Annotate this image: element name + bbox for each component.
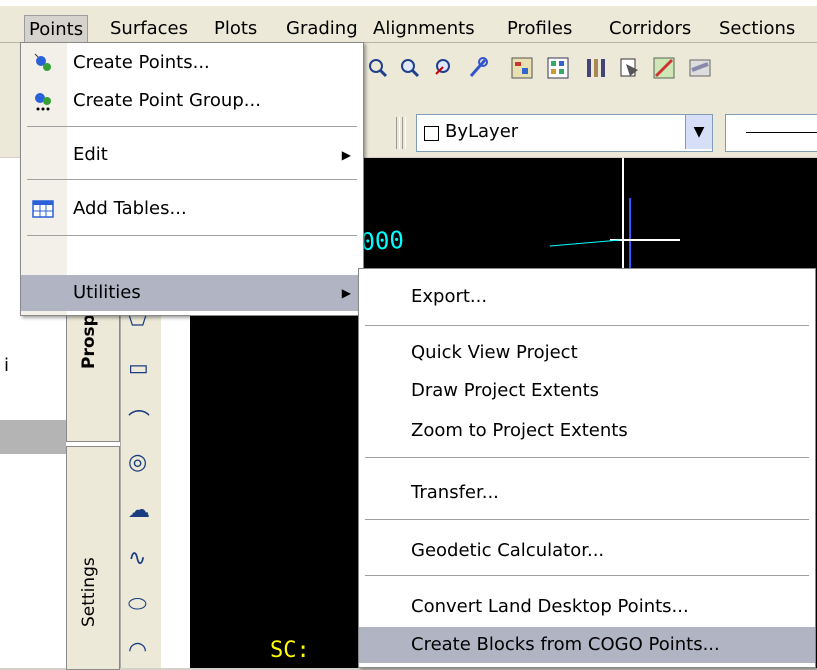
- menu-points[interactable]: Points: [24, 15, 89, 43]
- edit-label: Edit: [73, 144, 108, 165]
- menu-profiles[interactable]: Profiles: [503, 15, 576, 42]
- create-points-item[interactable]: Create Points...: [21, 45, 363, 81]
- pan-icon[interactable]: [466, 56, 490, 80]
- zoom-extents-label: Zoom to Project Extents: [411, 420, 628, 441]
- sheet-set-icon[interactable]: [618, 56, 642, 80]
- draw-extents-label: Draw Project Extents: [411, 380, 600, 401]
- toolbar-grip[interactable]: [402, 117, 406, 149]
- zoom-previous-icon[interactable]: [432, 56, 456, 80]
- menu-separator: [365, 575, 809, 576]
- draw-project-extents-item[interactable]: Draw Project Extents: [359, 373, 815, 409]
- points-dropdown: Create Points... Create Point Group... E…: [20, 42, 364, 316]
- menu-separator: [365, 457, 809, 458]
- tool-palettes-icon[interactable]: [584, 56, 608, 80]
- add-tables-item[interactable]: Add Tables...: [21, 191, 363, 227]
- tab-settings[interactable]: Settings: [66, 446, 120, 670]
- title-strip: [0, 0, 817, 6]
- zoom-window-icon[interactable]: [398, 56, 422, 80]
- menu-alignments[interactable]: Alignments: [369, 15, 479, 42]
- color-swatch: [424, 126, 439, 141]
- selected-row: [0, 420, 66, 454]
- quick-view-project-item[interactable]: Quick View Project: [359, 335, 815, 371]
- layer-color-combo[interactable]: ByLayer ▼: [416, 114, 713, 152]
- tab-prospector[interactable]: Prosp: [66, 300, 120, 442]
- export-item[interactable]: Export...: [359, 279, 815, 315]
- zoom-realtime-icon[interactable]: [366, 56, 390, 80]
- add-tables-label: Add Tables...: [73, 198, 187, 219]
- create-points-icon: [34, 53, 51, 71]
- spline-icon[interactable]: ∿: [128, 546, 146, 571]
- edit-item[interactable]: Edit ▶: [21, 137, 363, 173]
- calculator-icon[interactable]: [688, 56, 712, 80]
- geodetic-calculator-item[interactable]: Geodetic Calculator...: [359, 533, 815, 569]
- draw-toolbar: ⬠ ▭ ⌒ ◎ ☁ ∿ ⬭ ◠: [120, 300, 161, 668]
- table-icon: [32, 200, 54, 218]
- utilities-submenu: Export... Quick View Project Draw Projec…: [358, 268, 816, 668]
- submenu-arrow-icon: ▶: [341, 148, 351, 162]
- layer-combo-value: ByLayer: [445, 121, 519, 142]
- panel-text-fragment: i: [4, 355, 10, 376]
- ellipse-arc-icon[interactable]: ◠: [128, 638, 147, 663]
- submenu-arrow-icon: ▶: [341, 286, 351, 300]
- markup-icon[interactable]: [652, 56, 676, 80]
- tab-prospector-label: Prosp: [79, 314, 99, 369]
- linetype-combo[interactable]: [725, 114, 817, 152]
- menu-sections[interactable]: Sections: [715, 15, 799, 42]
- design-center-icon[interactable]: [546, 56, 570, 80]
- transfer-label: Transfer...: [411, 482, 499, 503]
- zoom-project-extents-item[interactable]: Zoom to Project Extents: [359, 413, 815, 449]
- convert-ld-label: Convert Land Desktop Points...: [411, 596, 689, 617]
- tab-settings-label: Settings: [79, 557, 99, 627]
- menu-separator: [27, 235, 357, 236]
- sc-label: SC:: [270, 638, 310, 663]
- ellipse-icon[interactable]: ⬭: [128, 592, 147, 617]
- quick-view-label: Quick View Project: [411, 342, 578, 363]
- create-point-group-item[interactable]: Create Point Group...: [21, 83, 363, 119]
- properties-icon[interactable]: [510, 56, 534, 80]
- linetype-preview: [746, 132, 817, 133]
- menu-separator: [27, 126, 357, 127]
- create-blocks-label: Create Blocks from COGO Points...: [411, 634, 720, 655]
- menu-separator: [365, 325, 809, 326]
- chevron-down-icon[interactable]: ▼: [685, 115, 712, 149]
- create-blocks-item[interactable]: Create Blocks from COGO Points...: [359, 627, 815, 663]
- utilities-item[interactable]: Utilities ▶: [21, 275, 363, 311]
- arc-icon[interactable]: ⌒: [128, 404, 150, 436]
- menu-surfaces[interactable]: Surfaces: [106, 15, 192, 42]
- transfer-item[interactable]: Transfer...: [359, 475, 815, 511]
- export-label: Export...: [411, 286, 488, 307]
- toolbar-grip[interactable]: [396, 117, 400, 149]
- revcloud-icon[interactable]: ☁: [128, 498, 150, 523]
- menu-separator: [365, 519, 809, 520]
- geodetic-label: Geodetic Calculator...: [411, 540, 605, 561]
- menu-bar: Points Surfaces Plots Grading Alignments…: [0, 0, 817, 43]
- menu-grading[interactable]: Grading: [282, 15, 362, 42]
- circle-icon[interactable]: ◎: [128, 450, 147, 475]
- menu-corridors[interactable]: Corridors: [605, 15, 695, 42]
- create-point-group-icon: [35, 93, 51, 111]
- menu-separator: [27, 179, 357, 180]
- utilities-label: Utilities: [73, 282, 141, 303]
- rectangle-icon[interactable]: ▭: [128, 356, 149, 381]
- create-point-group-label: Create Point Group...: [73, 90, 261, 111]
- create-points-label: Create Points...: [73, 52, 210, 73]
- menu-plots[interactable]: Plots: [210, 15, 261, 42]
- convert-land-desktop-points-item[interactable]: Convert Land Desktop Points...: [359, 589, 815, 625]
